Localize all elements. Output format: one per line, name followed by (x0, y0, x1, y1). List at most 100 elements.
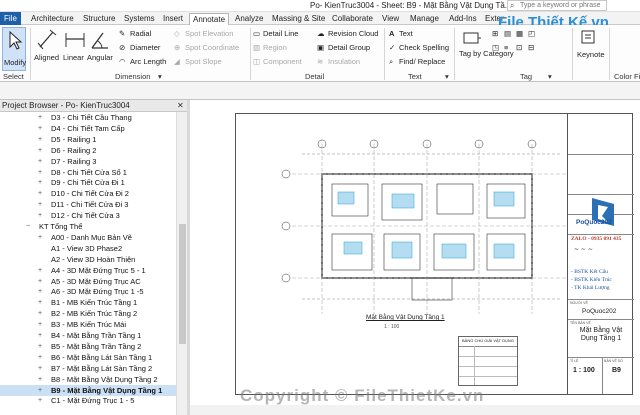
view-reference-icon[interactable]: ◳ (492, 43, 499, 52)
tree-item[interactable]: + D7 - Railing 3 (0, 156, 176, 167)
expand-icon[interactable]: + (38, 374, 42, 385)
expand-icon[interactable]: + (38, 385, 42, 396)
revision-cloud-button[interactable]: Revision Cloud (328, 29, 378, 38)
expand-icon[interactable]: + (38, 352, 42, 363)
tree-item[interactable]: + D8 - Chi Tiết Cửa Sổ 1 (0, 167, 176, 178)
tab-add-ins[interactable]: Add-Ins (449, 13, 477, 25)
expand-icon[interactable]: + (38, 156, 42, 167)
tab-file[interactable]: File (0, 12, 21, 25)
select-group-label[interactable]: Select (3, 72, 24, 81)
tree-item[interactable]: + A5 - 3D Mặt Đứng Trục AC (0, 276, 176, 287)
angular-button[interactable]: Angular (87, 53, 113, 62)
text-group-dropdown-icon[interactable]: ▾ (445, 72, 449, 81)
expand-icon[interactable]: + (38, 395, 42, 406)
tab-systems[interactable]: Systems (124, 13, 155, 25)
tree-item[interactable]: A1 - View 3D Phase2 (0, 243, 176, 254)
tree-item[interactable]: + A6 - 3D Mặt Đứng Trục 1 -5 (0, 286, 176, 297)
expand-icon[interactable]: + (38, 167, 42, 178)
expand-icon[interactable]: + (38, 265, 42, 276)
material-tag-icon[interactable]: ▤ (504, 29, 511, 38)
modify-button[interactable]: Modify (2, 27, 26, 71)
tree-item[interactable]: + B2 - MB Kiến Trúc Tầng 2 (0, 308, 176, 319)
text-group-label[interactable]: Text (408, 72, 422, 81)
expand-icon[interactable]: + (38, 112, 42, 123)
expand-icon[interactable]: + (38, 123, 42, 134)
tab-collaborate[interactable]: Collaborate (332, 13, 373, 25)
text-button[interactable]: Text (399, 29, 413, 38)
arc-length-button[interactable]: Arc Length (130, 57, 166, 66)
tab-annotate[interactable]: Annotate (189, 13, 230, 25)
region-button[interactable]: Region (263, 43, 287, 52)
tree-item[interactable]: + D10 - Chi Tiết Cửa Đi 2 (0, 188, 176, 199)
search-input[interactable]: ⌕ Type a keyword or phrase (507, 0, 607, 11)
tab-analyze[interactable]: Analyze (235, 13, 263, 25)
expand-icon[interactable]: + (38, 188, 42, 199)
expand-icon[interactable]: + (38, 341, 42, 352)
tab-view[interactable]: View (382, 13, 399, 25)
expand-icon[interactable]: + (38, 177, 42, 188)
expand-icon[interactable]: + (38, 319, 42, 330)
tree-item[interactable]: + B3 - MB Kiến Trúc Mái (0, 319, 176, 330)
tree-item[interactable]: + D12 - Chi Tiết Cửa 3 (0, 210, 176, 221)
tag-group-label[interactable]: Tag (520, 72, 532, 81)
tab-structure[interactable]: Structure (83, 13, 115, 25)
keynote-button[interactable]: Keynote (577, 50, 605, 59)
tree-item[interactable]: + B6 - Mặt Bằng Lát Sàn Tầng 1 (0, 352, 176, 363)
tree-item[interactable]: + B4 - Mặt Bằng Trần Tầng 1 (0, 330, 176, 341)
tree-item[interactable]: + D11 - Chi Tiết Cửa Đi 3 (0, 199, 176, 210)
tab-massing-site[interactable]: Massing & Site (272, 13, 325, 25)
expand-icon[interactable]: + (38, 330, 42, 341)
tread-number-icon[interactable]: ≡ (504, 43, 508, 52)
expand-icon[interactable]: + (38, 297, 42, 308)
tree-item[interactable]: + D5 - Railing 1 (0, 134, 176, 145)
tree-item[interactable]: + B9 - Mặt Bằng Vật Dụng Tầng 1 (0, 384, 176, 396)
expand-icon[interactable]: + (38, 199, 42, 210)
color-fill-group-label[interactable]: Color Fi (614, 72, 640, 81)
tag-group-dropdown-icon[interactable]: ▾ (548, 72, 552, 81)
room-tag-icon[interactable]: ◰ (528, 29, 535, 38)
tree-item[interactable]: + A00 - Danh Mục Bản Vẽ (0, 232, 176, 243)
component-button[interactable]: Component (263, 57, 302, 66)
collapse-icon[interactable]: − (26, 221, 30, 232)
dimension-group-dropdown-icon[interactable]: ▾ (158, 72, 162, 81)
expand-icon[interactable]: + (38, 363, 42, 374)
tree-item[interactable]: + D4 - Chi Tiết Tam Cấp (0, 123, 176, 134)
tree-item[interactable]: + B7 - Mặt Bằng Lát Sàn Tầng 2 (0, 363, 176, 374)
tree-item[interactable]: + D9 - Chi Tiết Cửa Đi 1 (0, 177, 176, 188)
tab-manage[interactable]: Manage (410, 13, 439, 25)
spot-elevation-button[interactable]: Spot Elevation (185, 29, 233, 38)
tab-insert[interactable]: Insert (163, 13, 183, 25)
insulation-button[interactable]: Insulation (328, 57, 360, 66)
tree-item[interactable]: A2 - View 3D Hoàn Thiện (0, 254, 176, 265)
find-replace-button[interactable]: Find/ Replace (399, 57, 445, 66)
area-tag-icon[interactable]: ▦ (516, 29, 523, 38)
tree-item[interactable]: − KT Tổng Thể (0, 221, 176, 232)
expand-icon[interactable]: + (38, 232, 42, 243)
radial-button[interactable]: Radial (130, 29, 151, 38)
beam-annotation-icon[interactable]: ⊟ (528, 43, 534, 52)
expand-icon[interactable]: + (38, 286, 42, 297)
close-icon[interactable]: ✕ (177, 100, 184, 112)
canvas-horizontal-scrollbar[interactable] (190, 405, 640, 415)
linear-button[interactable]: Linear (63, 53, 84, 62)
aligned-button[interactable]: Aligned (34, 53, 59, 62)
expand-icon[interactable]: + (38, 308, 42, 319)
detail-group-button[interactable]: Detail Group (328, 43, 370, 52)
detail-group-label[interactable]: Detail (305, 72, 324, 81)
check-spelling-button[interactable]: Check Spelling (399, 43, 449, 52)
project-browser-scrollbar[interactable] (176, 112, 187, 415)
tab-architecture[interactable]: Architecture (31, 13, 74, 25)
expand-icon[interactable]: + (38, 210, 42, 221)
space-tag-icon[interactable]: ⊡ (516, 43, 522, 52)
detail-line-button[interactable]: Detail Line (263, 29, 298, 38)
tree-item[interactable]: + A4 - 3D Mặt Đứng Trục 5 - 1 (0, 265, 176, 276)
tree-item[interactable]: + D6 - Railing 2 (0, 145, 176, 156)
tree-item[interactable]: + B8 - Mặt Bằng Vật Dụng Tầng 2 (0, 374, 176, 385)
expand-icon[interactable]: + (38, 276, 42, 287)
spot-slope-button[interactable]: Spot Slope (185, 57, 222, 66)
dimension-group-label[interactable]: Dimension (115, 72, 150, 81)
expand-icon[interactable]: + (38, 134, 42, 145)
expand-icon[interactable]: + (38, 145, 42, 156)
tree-item[interactable]: + B1 - MB Kiến Trúc Tầng 1 (0, 297, 176, 308)
diameter-button[interactable]: Diameter (130, 43, 160, 52)
